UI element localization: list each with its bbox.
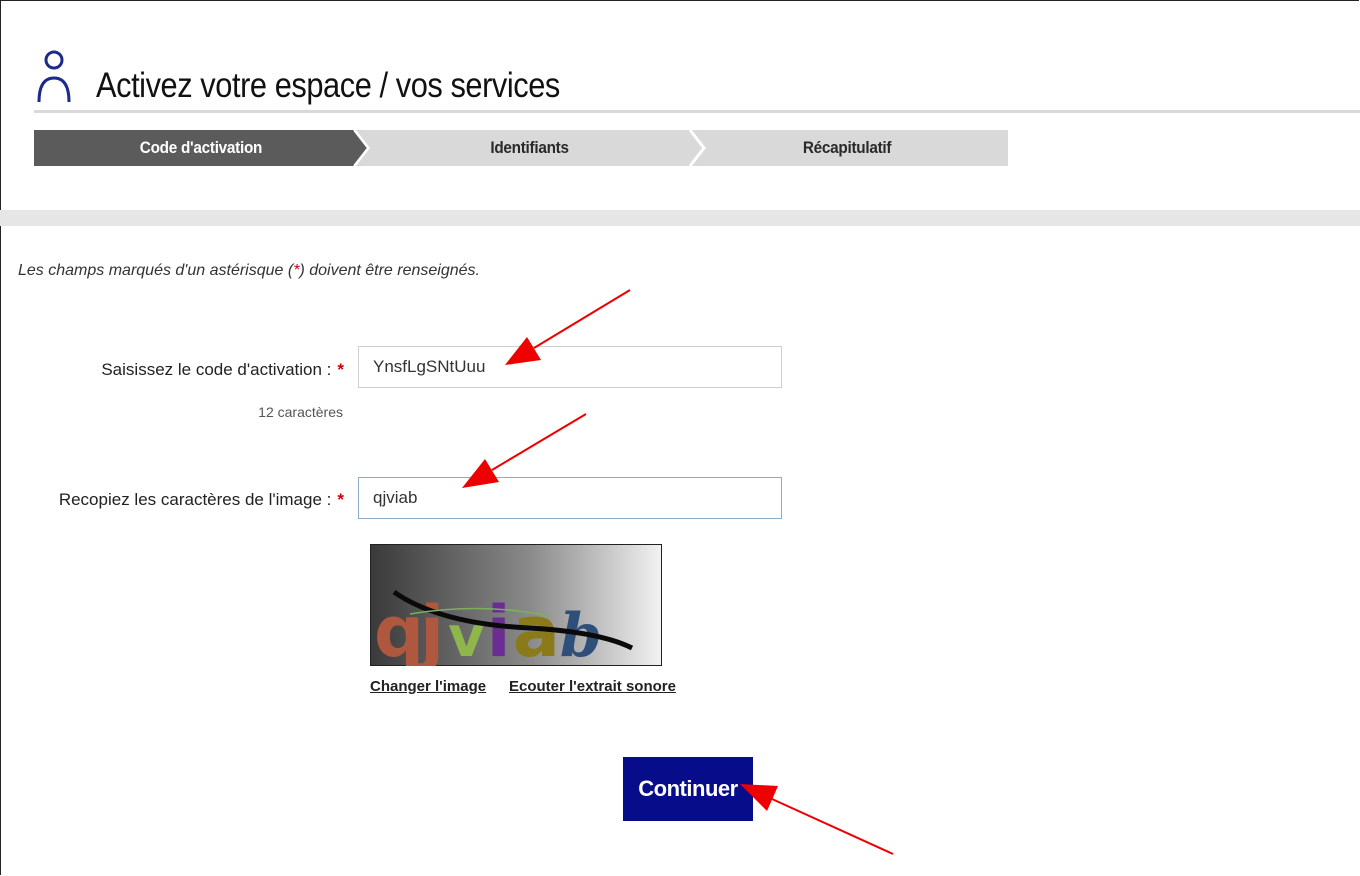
progress-stepper: Code d'activation Identifiants Récapitul… [34, 130, 1008, 166]
step-label: Code d'activation [139, 138, 263, 157]
audio-captcha-link[interactable]: Ecouter l'extrait sonore [509, 678, 676, 695]
activation-code-input[interactable] [358, 346, 782, 388]
user-icon [37, 50, 71, 103]
step-label: Récapitulatif [802, 138, 892, 157]
change-image-link[interactable]: Changer l'image [370, 678, 486, 695]
activation-code-hint: 12 caractères [258, 404, 343, 420]
continue-button[interactable]: Continuer [623, 757, 753, 821]
step-recapitulatif: Récapitulatif [686, 130, 1008, 166]
activation-code-label: Saisissez le code d'activation : * [101, 360, 344, 379]
step-separator [688, 130, 706, 166]
step-label: Identifiants [490, 138, 570, 157]
page-title: Activez votre espace / vos services [96, 66, 560, 105]
section-band [0, 210, 1360, 226]
step-identifiants: Identifiants [356, 130, 704, 166]
step-separator [353, 130, 370, 166]
title-divider [34, 110, 1360, 113]
required-fields-note: Les champs marqués d'un astérisque (*) d… [18, 262, 480, 279]
captcha-label: Recopiez les caractères de l'image : * [58, 490, 344, 509]
required-marker: * [337, 490, 344, 509]
step-code-activation: Code d'activation [34, 130, 368, 166]
captcha-image: qjviab [370, 544, 662, 666]
captcha-input[interactable] [358, 477, 782, 519]
required-marker: * [337, 360, 344, 379]
